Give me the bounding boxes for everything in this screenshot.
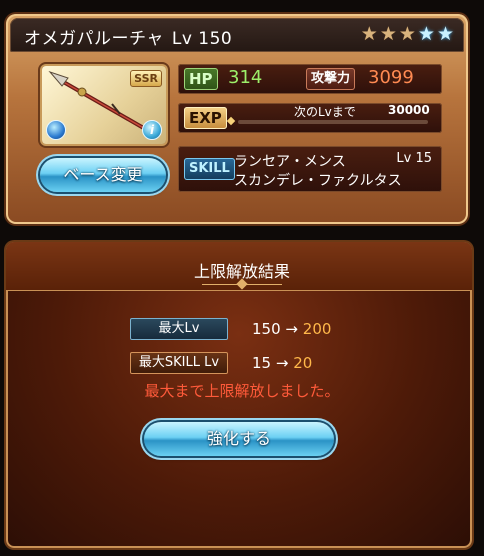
max-lv-old: 150: [252, 320, 281, 338]
exp-tag: EXP: [184, 107, 227, 129]
star-icon: ★: [360, 23, 378, 45]
exp-row: EXP 次のLvまで 30000: [178, 103, 442, 133]
max-skill-new: 20: [293, 354, 313, 372]
arrow-icon: →: [275, 354, 289, 372]
star-icon: ★: [417, 23, 435, 45]
element-icon: [46, 120, 66, 140]
max-lv-label: 最大Lv: [130, 318, 228, 340]
star-icon: ★: [398, 23, 416, 45]
skill-name-1: ランセア・メンス: [234, 154, 346, 170]
arrow-icon: →: [285, 320, 298, 338]
atk-value: 3099: [368, 67, 414, 88]
hp-tag: HP: [184, 68, 218, 90]
strengthen-button[interactable]: 強化する: [144, 422, 334, 456]
weapon-name: オメガパルーチャ: [24, 29, 164, 49]
max-skill-old: 15: [252, 354, 272, 372]
max-skill-label: 最大SKILL Lv: [130, 352, 228, 374]
skill-name-2: スカンデレ・ファクルタス: [234, 173, 402, 189]
base-change-button[interactable]: ベース変更: [40, 158, 166, 192]
star-icon: ★: [379, 23, 397, 45]
max-skill-values: 15 → 20: [252, 354, 312, 372]
star-icon: ★: [436, 23, 454, 45]
max-lv-new: 200: [302, 320, 332, 338]
hp-atk-row: HP 314 攻撃力 3099: [178, 64, 442, 94]
weapon-title-bar: オメガパルーチャ Lv 150 ★ ★ ★ ★ ★: [10, 18, 464, 52]
skill-tag: SKILL: [184, 158, 235, 180]
exp-bar: [238, 120, 428, 124]
atk-tag: 攻撃力: [306, 68, 356, 90]
info-icon[interactable]: i: [142, 120, 162, 140]
next-level-label: 次のLvまで: [294, 105, 356, 119]
ornament-divider: [202, 280, 282, 290]
rarity-stars: ★ ★ ★ ★ ★: [361, 25, 454, 44]
hp-value: 314: [228, 67, 263, 88]
weapon-image[interactable]: SSR i: [42, 66, 166, 144]
result-message: 最大まで上限解放しました。: [144, 382, 340, 400]
weapon-name-line: オメガパルーチャ Lv 150: [24, 24, 232, 49]
skill-level: Lv 15: [396, 151, 432, 166]
skill-row[interactable]: SKILL ランセア・メンス Lv 15 スカンデレ・ファクルタス: [178, 146, 442, 192]
max-lv-values: 150 → 200: [252, 320, 331, 338]
rarity-badge: SSR: [130, 70, 162, 87]
next-level-exp: 30000: [388, 103, 430, 117]
exp-diamond-icon: [226, 116, 236, 126]
weapon-level: Lv 150: [171, 29, 233, 49]
